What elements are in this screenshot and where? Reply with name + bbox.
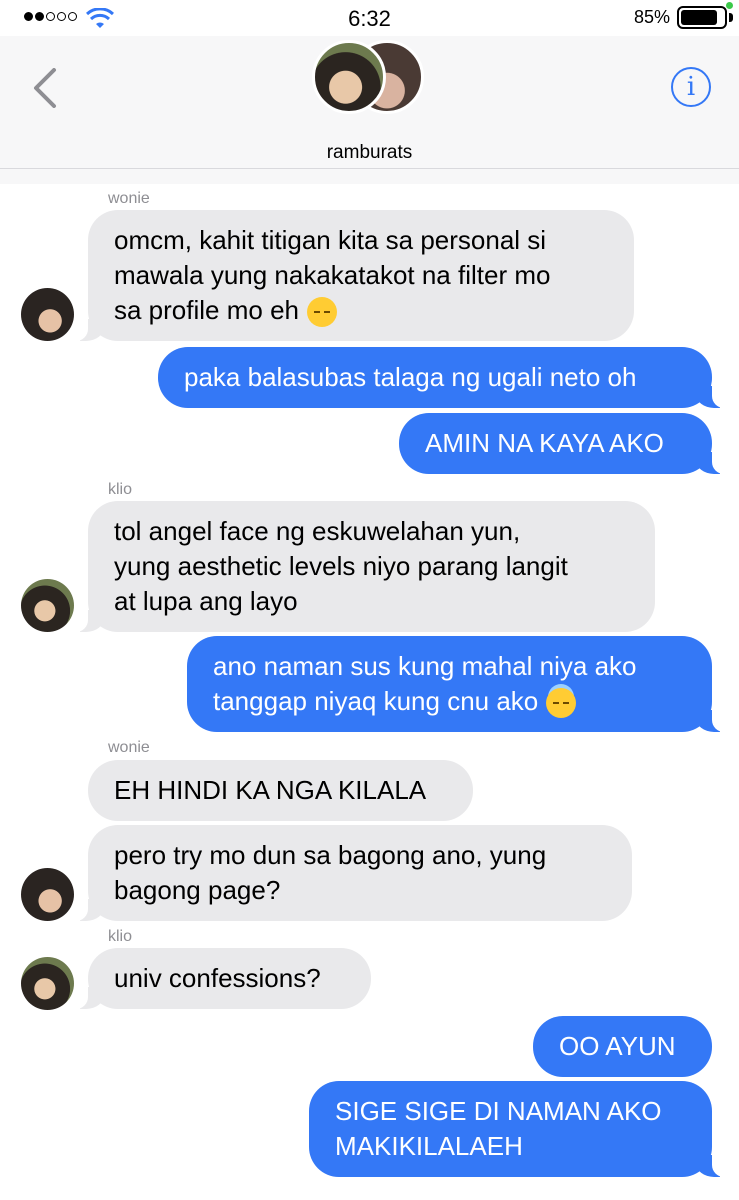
- message-text: ano naman sus kung mahal niya ako: [213, 651, 637, 681]
- battery-icon: [677, 6, 727, 29]
- status-bar: 6:32 85%: [0, 0, 739, 36]
- message-bubble[interactable]: univ confessions?: [70, 948, 371, 1009]
- message-text: OO AYUN: [559, 1031, 676, 1061]
- avatar: [312, 40, 386, 114]
- sender-name: wonie: [108, 190, 150, 207]
- message-text: AMIN NA KAYA AKO: [425, 428, 664, 458]
- camera-in-use-indicator: [726, 2, 733, 9]
- halo-emoji-icon: [546, 688, 577, 719]
- group-avatars[interactable]: [312, 40, 428, 114]
- message-text: EH HINDI KA NGA KILALA: [114, 775, 427, 805]
- sender-name: klio: [108, 481, 133, 498]
- sweat-emoji-icon: [306, 297, 337, 328]
- message-bubble[interactable]: AMIN NA KAYA AKO: [399, 413, 730, 474]
- sender-name: wonie: [108, 739, 150, 756]
- message-bubble[interactable]: EH HINDI KA NGA KILALA: [88, 760, 473, 821]
- avatar[interactable]: [21, 579, 74, 632]
- message-text: paka balasubas talaga ng ugali neto oh: [184, 362, 637, 392]
- avatar[interactable]: [21, 868, 74, 921]
- message-text: at lupa ang layo: [114, 586, 298, 616]
- header-divider: [0, 168, 739, 184]
- battery-tip: [729, 13, 733, 22]
- message-bubble[interactable]: omcm, kahit titigan kita sa personal si …: [70, 210, 634, 341]
- message-bubble[interactable]: SIGE SIGE DI NAMAN AKO MAKIKILALAEH: [309, 1081, 730, 1177]
- message-text: tol angel face ng eskuwelahan yun,: [114, 516, 521, 546]
- message-bubble[interactable]: OO AYUN: [533, 1016, 712, 1077]
- message-text: omcm, kahit titigan kita sa personal si: [114, 225, 547, 255]
- sender-name: klio: [108, 928, 133, 945]
- message-bubble[interactable]: paka balasubas talaga ng ugali neto oh: [158, 347, 730, 408]
- message-text: bagong page?: [114, 875, 281, 905]
- group-name[interactable]: ramburats: [0, 142, 739, 164]
- avatar[interactable]: [21, 957, 74, 1010]
- info-icon[interactable]: i: [671, 67, 711, 107]
- message-bubble[interactable]: ano naman sus kung mahal niya ako tangga…: [187, 636, 730, 732]
- message-text: univ confessions?: [114, 963, 321, 993]
- message-bubble[interactable]: tol angel face ng eskuwelahan yun, yung …: [70, 501, 655, 632]
- message-text: yung aesthetic levels niyo parang langit: [114, 551, 568, 581]
- message-text: SIGE SIGE DI NAMAN AKO: [335, 1096, 662, 1126]
- message-bubble[interactable]: pero try mo dun sa bagong ano, yung bago…: [70, 825, 632, 921]
- message-text: mawala yung nakakatakot na filter mo: [114, 260, 551, 290]
- message-text: MAKIKILALAEH: [335, 1131, 523, 1161]
- message-text: pero try mo dun sa bagong ano, yung: [114, 840, 547, 870]
- message-text-line: sa profile mo eh: [114, 293, 337, 328]
- status-time: 6:32: [348, 6, 391, 31]
- back-chevron-icon[interactable]: [30, 68, 60, 108]
- message-text-line: tanggap niyaq kung cnu ako: [213, 684, 577, 719]
- battery-percent: 85%: [633, 7, 670, 27]
- avatar[interactable]: [21, 288, 74, 341]
